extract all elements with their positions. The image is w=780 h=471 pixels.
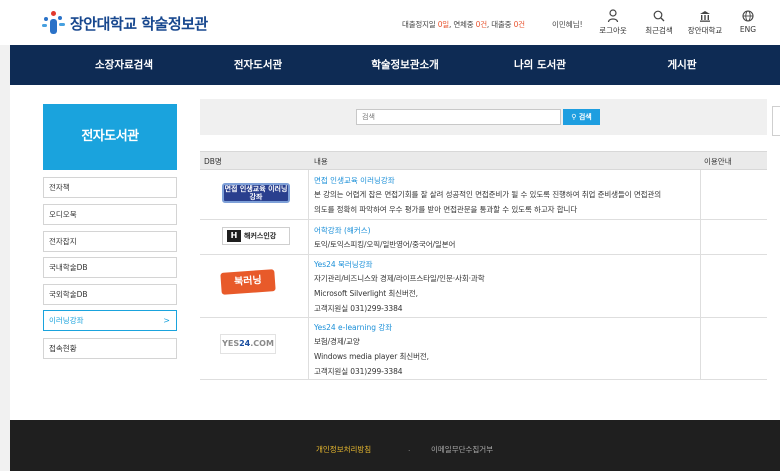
- header-content: 내용: [314, 157, 328, 166]
- db-title-link[interactable]: 면접 인생교육 이러닝강좌: [314, 175, 395, 186]
- guide-cell: [700, 220, 701, 254]
- search-icon: [653, 10, 665, 22]
- main-nav: 소장자료검색 전자도서관 학술정보관소개 나의 도서관 게시판: [10, 45, 780, 85]
- table-header: DB명 내용 이용안내: [200, 151, 767, 170]
- header-guide: 이용안내: [704, 157, 732, 166]
- nav-item-collection-search[interactable]: 소장자료검색: [74, 45, 174, 85]
- site-logo[interactable]: 장안대학교 학술정보관: [42, 11, 208, 35]
- header-db: DB명: [204, 157, 222, 166]
- db-desc-line: 보험/경제/교양: [314, 337, 360, 346]
- db-logo-booklearning[interactable]: 북러닝: [220, 269, 276, 295]
- nav-item-about[interactable]: 학술정보관소개: [350, 45, 460, 85]
- sidebar-item-audiobook[interactable]: 오디오북: [43, 204, 177, 225]
- db-desc-line: 고객지원실 031)299-3384: [314, 367, 403, 376]
- db-desc-line: Microsoft Silverlight 최신버전,: [314, 289, 418, 298]
- db-desc-line: 자기관리/비즈니스와 경제/라이프스타일/인문·사회·과학: [314, 274, 485, 283]
- db-desc-line: 의도를 정확히 파악하여 우수 평가를 받아 면접관문을 통과할 수 있도록 하…: [314, 205, 578, 214]
- globe-icon: [742, 10, 754, 22]
- hackers-mark-icon: H: [227, 230, 241, 242]
- sidebar-title: 전자도서관: [43, 104, 177, 170]
- sidebar-item-elearning[interactable]: 이러닝강좌 >: [43, 310, 177, 331]
- user-greeting: 이민혜님!: [552, 20, 583, 29]
- nav-item-board[interactable]: 게시판: [632, 45, 732, 85]
- logout-button[interactable]: 로그아웃: [590, 9, 636, 36]
- table-row: YES24.COM Yes24 e-learning 강좌 보험/경제/교양 W…: [200, 318, 767, 380]
- db-desc-line: Windows media player 최신버전,: [314, 352, 429, 361]
- search-button[interactable]: ⚲ 검색: [563, 109, 600, 125]
- search-input[interactable]: [356, 109, 561, 125]
- top-header: 장안대학교 학술정보관 대출정지일 0일, 연체중 0건, 대출중 0건 이민혜…: [0, 0, 780, 45]
- logo-text: 장안대학교 학술정보관: [70, 14, 208, 33]
- overdue-count: 0건: [475, 20, 487, 29]
- sidebar-item-domestic-db[interactable]: 국내학술DB: [43, 257, 177, 278]
- sidebar-item-foreign-db[interactable]: 국외학술DB: [43, 284, 177, 305]
- email-policy-link[interactable]: 이메일무단수집거부: [431, 444, 493, 455]
- db-logo-cell: H 해커스인강: [200, 220, 309, 254]
- db-logo-yes24[interactable]: YES24.COM: [220, 334, 276, 354]
- footer: 개인정보처리방침 . 이메일무단수집거부: [10, 420, 780, 471]
- db-logo-cell: YES24.COM: [200, 318, 309, 379]
- table-row: 북러닝 Yes24 북러닝강좌 자기관리/비즈니스와 경제/라이프스타일/인문·…: [200, 255, 767, 318]
- guide-cell: [700, 255, 701, 317]
- search-icon: ⚲: [571, 113, 577, 121]
- guide-cell: [700, 170, 701, 219]
- footer-separator: .: [408, 444, 411, 453]
- db-desc-line: 고객지원실 031)299-3384: [314, 304, 403, 313]
- db-desc-line: 토익/토익스피킹/오픽/일반영어/중국어/일본어: [314, 240, 456, 249]
- suspend-days: 0일: [437, 20, 449, 29]
- db-desc-line: 본 강의는 어렵게 잡은 면접기회를 잘 살려 성공적인 면접준비가 될 수 있…: [314, 190, 662, 199]
- university-link[interactable]: 장안대학교: [682, 9, 728, 36]
- logout-icon: [607, 9, 619, 23]
- university-icon: [700, 11, 710, 22]
- sidebar-item-ebook[interactable]: 전자책: [43, 177, 177, 198]
- db-title-link[interactable]: Yes24 e-learning 강좌: [314, 322, 392, 333]
- recent-search-button[interactable]: 최근검색: [636, 9, 682, 36]
- nav-item-my-library[interactable]: 나의 도서관: [490, 45, 590, 85]
- db-logo-cell: 면접 인생교육 이러닝강좌: [200, 170, 309, 219]
- db-logo-interview[interactable]: 면접 인생교육 이러닝강좌: [222, 183, 290, 203]
- db-title-link[interactable]: Yes24 북러닝강좌: [314, 259, 373, 270]
- sidebar-item-access-status[interactable]: 접속현황: [43, 338, 177, 359]
- db-logo-hackers[interactable]: H 해커스인강: [222, 227, 290, 245]
- db-table: DB명 내용 이용안내 면접 인생교육 이러닝강좌 면접 인생교육 이러닝강좌 …: [200, 151, 767, 380]
- db-title-link[interactable]: 어학강좌 (해커스): [314, 225, 371, 236]
- guide-cell: [700, 318, 701, 379]
- scroll-control[interactable]: [772, 106, 780, 136]
- loan-count: 0건: [513, 20, 525, 29]
- english-link[interactable]: ENG: [725, 9, 771, 34]
- table-row: H 해커스인강 어학강좌 (해커스) 토익/토익스피킹/오픽/일반영어/중국어/…: [200, 220, 767, 255]
- nav-item-digital-library[interactable]: 전자도서관: [208, 45, 308, 85]
- privacy-policy-link[interactable]: 개인정보처리방침: [316, 444, 371, 455]
- db-logo-cell: 북러닝: [200, 255, 309, 317]
- page: 장안대학교 학술정보관 대출정지일 0일, 연체중 0건, 대출중 0건 이민혜…: [0, 0, 780, 471]
- logo-mark-icon: [42, 11, 66, 35]
- table-row: 면접 인생교육 이러닝강좌 면접 인생교육 이러닝강좌 본 강의는 어렵게 잡은…: [200, 170, 767, 220]
- loan-status: 대출정지일 0일, 연체중 0건, 대출중 0건: [402, 20, 525, 29]
- chevron-right-icon: >: [163, 316, 170, 325]
- sidebar-item-emagazine[interactable]: 전자잡지: [43, 231, 177, 252]
